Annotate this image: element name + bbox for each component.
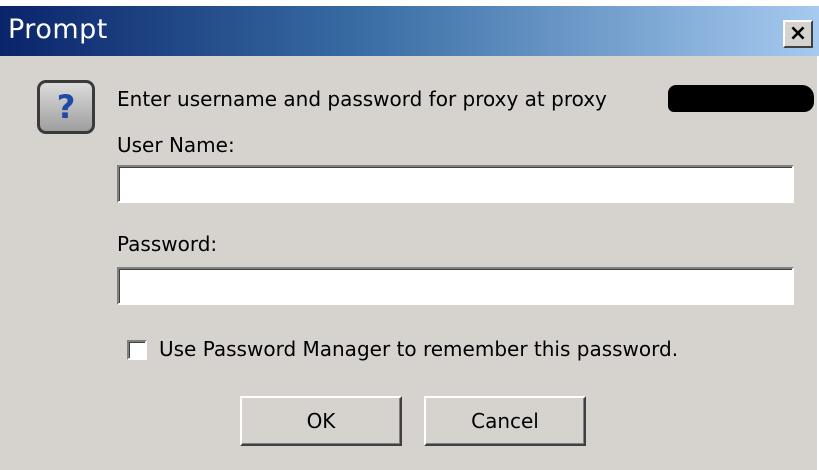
remember-password-label[interactable]: Use Password Manager to remember this pa…: [159, 337, 678, 361]
username-field[interactable]: [117, 165, 794, 203]
username-label: User Name:: [117, 133, 235, 157]
password-field[interactable]: [117, 267, 794, 305]
close-button[interactable]: ×: [783, 20, 813, 48]
ok-button[interactable]: OK: [240, 396, 402, 446]
question-mark-glyph: ?: [56, 88, 76, 126]
remember-password-checkbox[interactable]: [127, 340, 147, 360]
prompt-dialog: Prompt × ? Enter username and password f…: [0, 0, 819, 470]
cancel-button[interactable]: Cancel: [424, 396, 586, 446]
password-label: Password:: [117, 232, 218, 256]
question-icon: ?: [37, 80, 95, 134]
close-icon: ×: [788, 21, 808, 46]
title-bar[interactable]: Prompt ×: [0, 6, 819, 56]
ok-button-label: OK: [306, 409, 336, 433]
cancel-button-label: Cancel: [471, 409, 539, 433]
window-title: Prompt: [8, 14, 108, 45]
redacted-hostname: [668, 85, 814, 112]
prompt-message: Enter username and password for proxy at…: [117, 87, 607, 111]
